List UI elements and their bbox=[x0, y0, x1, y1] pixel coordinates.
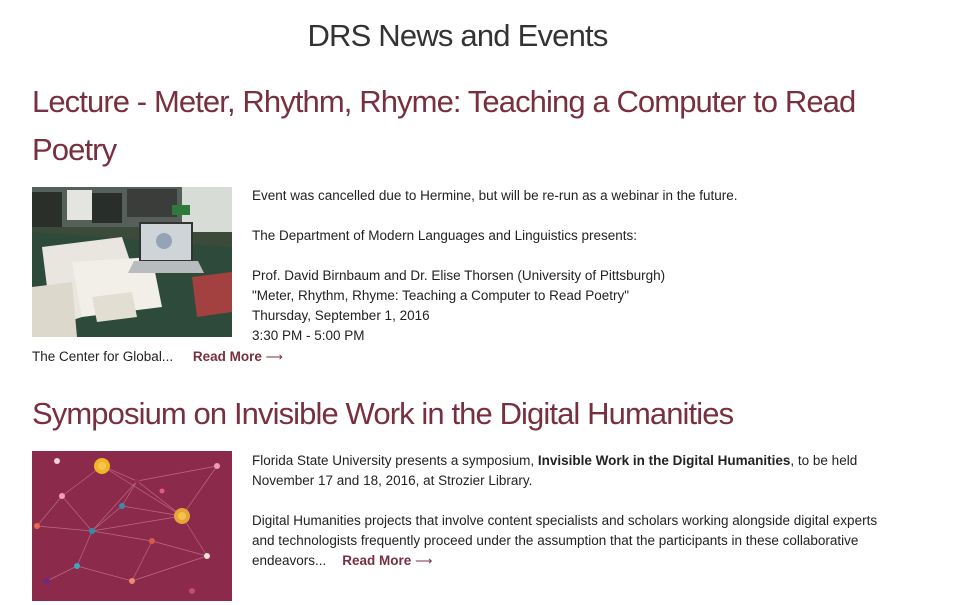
post-title-line2: Poetry bbox=[32, 132, 117, 167]
event-date: Thursday, September 1, 2016 bbox=[252, 308, 430, 323]
post-excerpt-tail: The Center for Global... Read More ⟶ bbox=[32, 347, 283, 367]
arrow-right-icon: ⟶ bbox=[265, 350, 283, 364]
post-paragraph: Event was cancelled due to Hermine, but … bbox=[252, 188, 738, 203]
post-title[interactable]: Symposium on Invisible Work in the Digit… bbox=[32, 390, 912, 438]
read-more-link[interactable]: Read More ⟶ bbox=[193, 349, 283, 364]
post-title-link[interactable]: Symposium on Invisible Work in the Digit… bbox=[32, 396, 734, 431]
post-title-link[interactable]: Lecture - Meter, Rhythm, Rhyme: Teaching… bbox=[32, 84, 856, 167]
intro-text: Florida State University presents a symp… bbox=[252, 453, 538, 468]
post-excerpt: Digital Humanities projects that involve… bbox=[252, 511, 892, 571]
read-more-label: Read More bbox=[192, 349, 262, 364]
read-more-link[interactable]: Read More ⟶ bbox=[342, 553, 432, 568]
symposium-name: Invisible Work in the Digital Humanities bbox=[537, 453, 791, 468]
event-time: 3:30 PM - 5:00 PM bbox=[252, 328, 365, 343]
network-graph-image-icon bbox=[32, 451, 232, 601]
post-title[interactable]: Lecture - Meter, Rhythm, Rhyme: Teaching… bbox=[32, 78, 912, 174]
post-title-line1: Lecture - Meter, Rhythm, Rhyme: Teaching… bbox=[32, 84, 856, 119]
news-post: Symposium on Invisible Work in the Digit… bbox=[32, 390, 912, 601]
excerpt-text: The Center for Global... bbox=[32, 349, 174, 364]
read-more-label: Read More bbox=[342, 553, 412, 568]
post-thumbnail[interactable] bbox=[32, 187, 232, 337]
post-body: Event was cancelled due to Hermine, but … bbox=[252, 186, 892, 346]
news-post: Lecture - Meter, Rhythm, Rhyme: Teaching… bbox=[32, 78, 912, 364]
page-title: DRS News and Events bbox=[307, 18, 608, 53]
lecture-title-line: "Meter, Rhythm, Rhyme: Teaching a Comput… bbox=[252, 288, 630, 303]
post-paragraph: The Department of Modern Languages and L… bbox=[252, 228, 637, 243]
news-page: DRS News and Events Lecture - Meter, Rhy… bbox=[0, 0, 958, 605]
speaker-line: Prof. David Birnbaum and Dr. Elise Thors… bbox=[252, 268, 666, 283]
post-intro: Florida State University presents a symp… bbox=[252, 451, 892, 491]
arrow-right-icon: ⟶ bbox=[415, 554, 433, 568]
post-body: Florida State University presents a symp… bbox=[252, 451, 892, 571]
post-thumbnail[interactable] bbox=[32, 451, 232, 601]
desk-with-laptop-photo-icon bbox=[32, 187, 232, 337]
